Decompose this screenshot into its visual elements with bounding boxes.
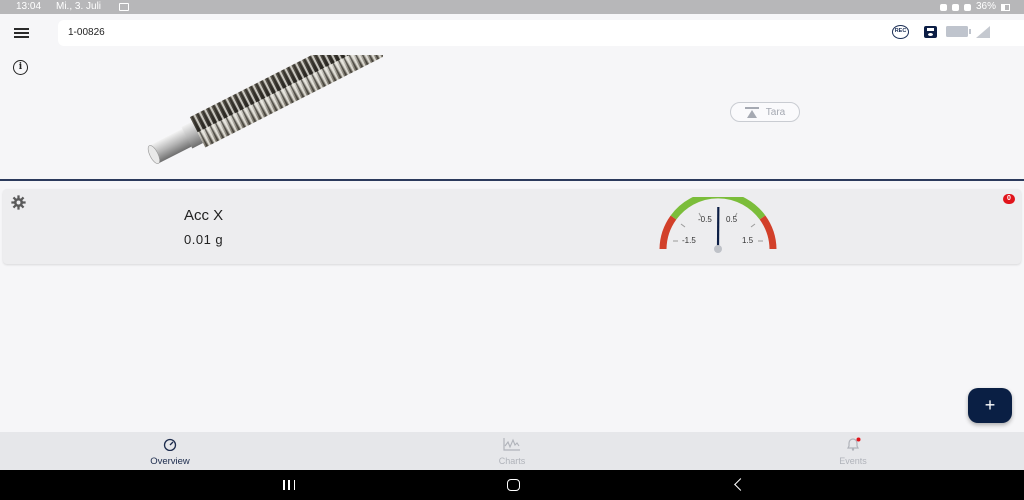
tab-overview[interactable]: Overview — [110, 437, 230, 467]
tab-charts[interactable]: Charts — [452, 437, 572, 466]
gauge-arc-warn-left — [659, 215, 677, 250]
notification-icon — [939, 3, 947, 11]
info-button[interactable]: i — [13, 60, 28, 75]
back-button[interactable] — [734, 478, 747, 491]
device-battery-icon — [946, 26, 971, 37]
image-notification-icon — [119, 3, 129, 11]
chart-icon — [503, 438, 520, 451]
record-button[interactable]: REC — [892, 25, 909, 39]
gauge-icon — [163, 438, 177, 452]
tab-charts-label: Charts — [498, 456, 526, 466]
event-count-badge: 0 — [1003, 194, 1015, 204]
gauge-hub — [714, 245, 722, 253]
status-date: Mi., 3. Juli — [56, 1, 102, 12]
acc-gauge: -1.5 -0.5 0.5 1.5 — [659, 197, 777, 253]
section-divider — [0, 179, 1024, 181]
status-time: 13:04 — [16, 1, 42, 12]
signal-icon — [976, 26, 990, 38]
gear-icon[interactable] — [11, 195, 26, 210]
battery-percent: 36% — [975, 1, 996, 12]
device-bar: 1-00826 REC — [58, 20, 1024, 46]
tara-label: Tara — [765, 106, 786, 118]
mute-icon — [951, 3, 959, 11]
battery-icon — [1001, 3, 1010, 11]
tab-overview-label: Overview — [150, 456, 190, 467]
recents-button[interactable] — [283, 480, 295, 490]
tab-events-label: Events — [839, 456, 867, 466]
save-button[interactable] — [924, 26, 937, 38]
home-button[interactable] — [507, 479, 520, 491]
sensor-card[interactable]: Acc X 0.01 g 0 -1.5 -0.5 0.5 1.5 — [3, 189, 1021, 264]
sensor-name: Acc X — [184, 207, 224, 224]
system-nav-bar — [0, 470, 1024, 500]
gauge-label-neg-1-5: -1.5 — [682, 236, 696, 245]
bottom-nav: Overview Charts Events — [0, 432, 1024, 470]
sensor-value: 0.01 g — [184, 232, 224, 247]
gauge-label-neg-0-5: -0.5 — [698, 215, 712, 224]
tara-button[interactable]: Tara — [730, 102, 800, 122]
gauge-label-pos-1-5: 1.5 — [742, 236, 754, 245]
gauge-arc-warn-right — [759, 215, 777, 250]
menu-button[interactable] — [14, 28, 29, 39]
rec-label: REC — [894, 28, 907, 34]
device-id: 1-00826 — [68, 27, 105, 38]
top-app-bar: 1-00826 REC — [0, 15, 1024, 51]
tab-events[interactable]: Events — [793, 437, 913, 466]
product-image — [147, 55, 383, 164]
status-icons: 36% — [939, 0, 1010, 14]
scale-icon — [744, 106, 759, 118]
menu-icon — [14, 28, 29, 30]
gauge-label-pos-0-5: 0.5 — [726, 215, 738, 224]
bell-icon — [847, 437, 861, 451]
wifi-icon — [963, 3, 971, 11]
add-button[interactable]: + — [968, 388, 1012, 423]
status-bar: 13:04 Mi., 3. Juli 36% — [0, 0, 1024, 14]
